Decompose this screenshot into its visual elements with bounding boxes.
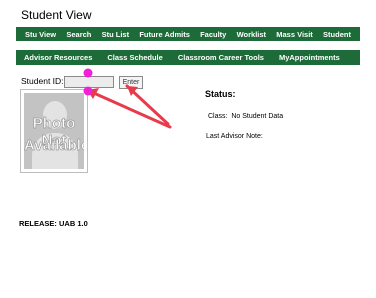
annotation-overlay bbox=[83, 68, 172, 129]
marker-dot-icon bbox=[83, 68, 93, 78]
marker-dot-icon bbox=[83, 86, 93, 96]
arrow-icon bbox=[85, 88, 172, 129]
